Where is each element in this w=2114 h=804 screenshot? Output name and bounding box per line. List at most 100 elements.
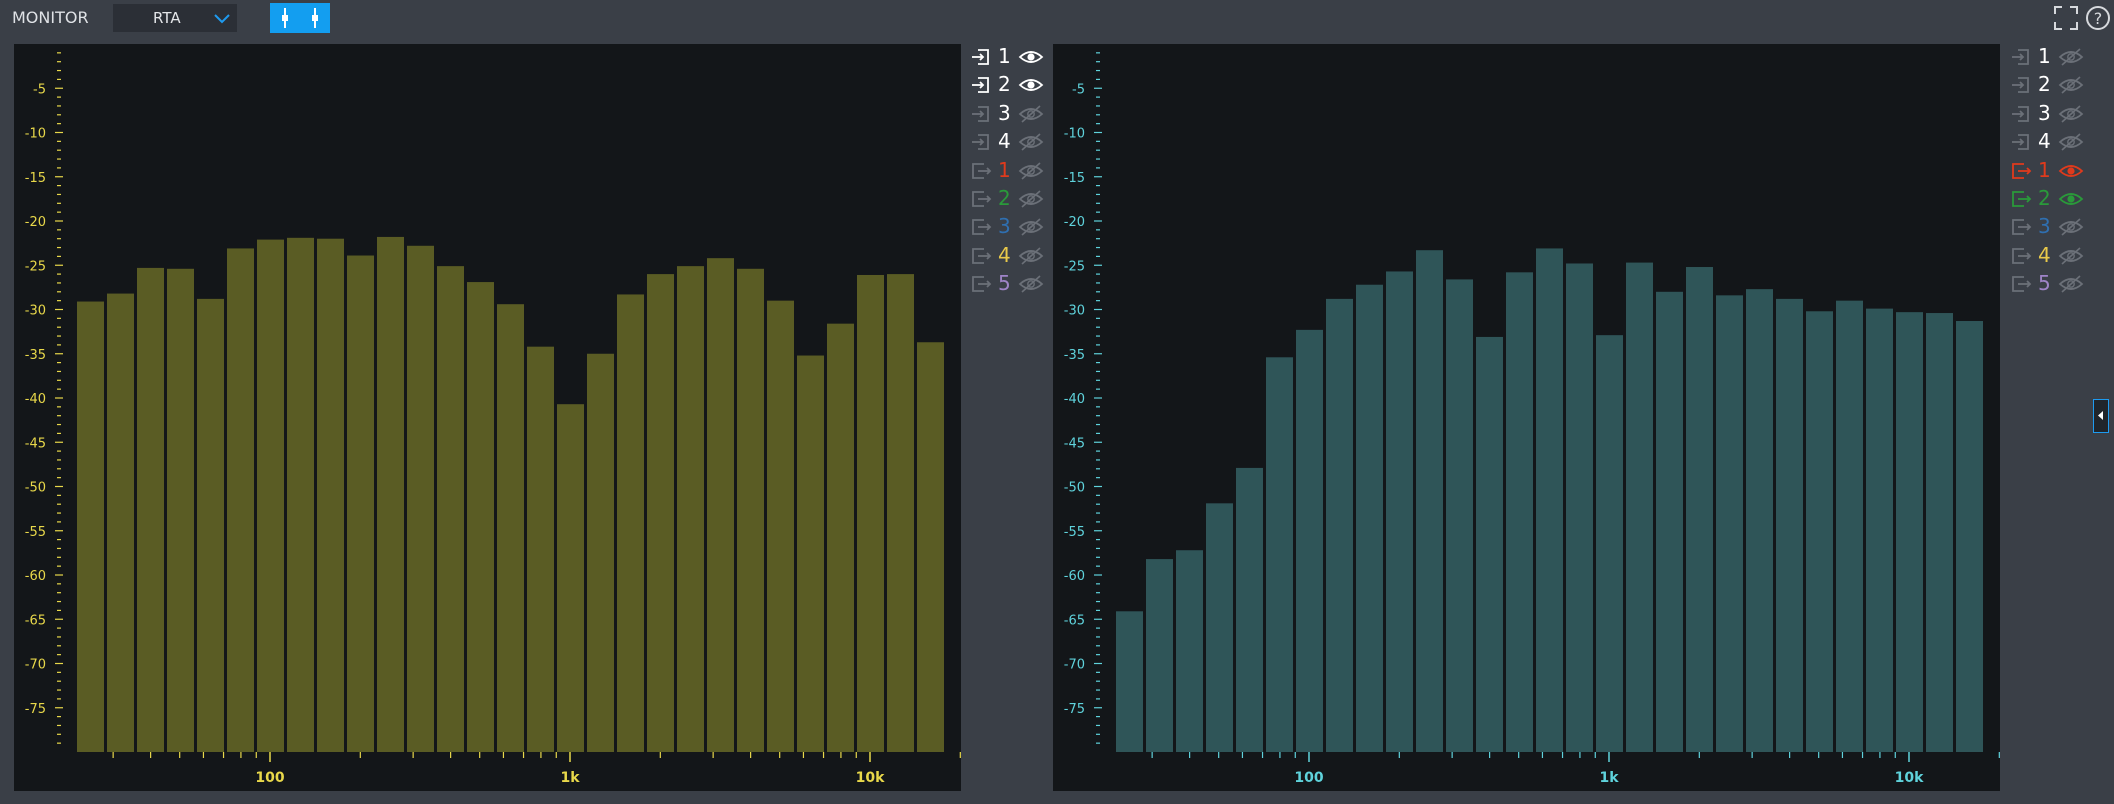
input-icon — [972, 77, 989, 94]
left-bar — [137, 267, 164, 752]
left-bar — [647, 274, 674, 752]
link-channels-button[interactable] — [270, 3, 330, 33]
output-icon — [2012, 162, 2032, 179]
channel-number: 3 — [998, 214, 1011, 239]
left-ytick-label: -45 — [25, 436, 46, 451]
legend-right-in-3[interactable]: 3 — [2010, 101, 2100, 129]
output-icon — [972, 219, 992, 236]
channel-number: 4 — [998, 129, 1011, 154]
help-icon[interactable]: ? — [2084, 4, 2112, 32]
legend-right-out-3[interactable]: 3 — [2010, 214, 2100, 242]
right-bar — [1146, 559, 1173, 752]
eye-off-icon[interactable] — [1018, 132, 1044, 152]
right-ytick-label: -75 — [1064, 702, 1085, 717]
right-bar — [1956, 321, 1983, 752]
left-bar — [857, 274, 884, 752]
right-bar — [1836, 300, 1863, 752]
chevron-left-icon — [2098, 411, 2103, 420]
right-bar — [1296, 329, 1323, 752]
left-ytick-label: -65 — [25, 613, 46, 628]
legend-right-in-4[interactable]: 4 — [2010, 129, 2100, 157]
eye-off-icon[interactable] — [2058, 75, 2084, 95]
right-ytick-label: -50 — [1064, 481, 1085, 496]
left-bar — [707, 258, 734, 752]
left-ytick-label: -15 — [25, 171, 46, 186]
legend-right-in-2[interactable]: 2 — [2010, 72, 2100, 100]
eye-off-icon[interactable] — [2058, 217, 2084, 237]
legend-left-in-3[interactable]: 3 — [970, 101, 1060, 129]
eye-off-icon[interactable] — [1018, 189, 1044, 209]
fullscreen-icon[interactable] — [2052, 4, 2080, 32]
eye-off-icon[interactable] — [2058, 47, 2084, 67]
right-xtick-label: 100 — [1294, 770, 1323, 786]
legend-left-in-4[interactable]: 4 — [970, 129, 1060, 157]
eye-off-icon[interactable] — [1018, 104, 1044, 124]
mode-dropdown[interactable]: RTA — [113, 4, 237, 32]
eye-off-icon[interactable] — [1018, 161, 1044, 181]
left-ytick-label: -40 — [25, 392, 46, 407]
right-bar — [1206, 503, 1233, 752]
left-bar — [887, 274, 914, 752]
legend-left: 1 2 3 4 1 2 3 4 5 — [970, 44, 1060, 300]
left-bar — [497, 304, 524, 752]
legend-right-out-5[interactable]: 5 — [2010, 271, 2100, 299]
eye-off-icon[interactable] — [2058, 274, 2084, 294]
legend-left-in-1[interactable]: 1 — [970, 44, 1060, 72]
eye-off-icon[interactable] — [2058, 132, 2084, 152]
eye-icon[interactable] — [2058, 161, 2084, 181]
left-ytick-label: -35 — [25, 348, 46, 363]
legend-left-out-2[interactable]: 2 — [970, 186, 1060, 214]
legend-right-out-4[interactable]: 4 — [2010, 243, 2100, 271]
top-bar: MONITOR RTA ? — [0, 0, 2114, 36]
channel-number: 2 — [998, 185, 1011, 210]
output-icon — [972, 247, 992, 264]
right-bar — [1926, 313, 1953, 752]
channel-number: 5 — [998, 271, 1011, 296]
legend-right-out-2[interactable]: 2 — [2010, 186, 2100, 214]
input-icon — [2012, 49, 2029, 65]
left-bar — [557, 404, 584, 752]
chevron-down-icon — [214, 14, 230, 24]
channel-number: 2 — [998, 72, 1011, 97]
right-bar — [1746, 289, 1773, 752]
channel-number: 3 — [998, 100, 1011, 125]
right-bar — [1596, 335, 1623, 752]
left-bar — [407, 245, 434, 752]
channel-number: 1 — [2038, 44, 2051, 68]
legend-left-out-1[interactable]: 1 — [970, 158, 1060, 186]
legend-right-out-1[interactable]: 1 — [2010, 158, 2100, 186]
eye-off-icon[interactable] — [1018, 246, 1044, 266]
rta-chart-right: -5 -10 -15 -20 -25 -30 -35 -40 -45 -50 -55 -60 -65 -7… — [1064, 52, 2000, 786]
left-bar — [317, 238, 344, 752]
channel-number: 1 — [998, 44, 1011, 68]
collapse-sidebar-button[interactable] — [2093, 399, 2109, 433]
legend-left-out-3[interactable]: 3 — [970, 214, 1060, 242]
right-ytick-label: -5 — [1072, 82, 1085, 97]
right-ytick-label: -45 — [1064, 436, 1085, 451]
left-bar — [587, 353, 614, 752]
right-bar — [1716, 295, 1743, 752]
left-bar — [377, 236, 404, 752]
eye-off-icon[interactable] — [1018, 274, 1044, 294]
eye-icon[interactable] — [2058, 189, 2084, 209]
left-bar — [167, 268, 194, 752]
eye-icon[interactable] — [1018, 47, 1044, 67]
output-icon — [972, 276, 992, 293]
eye-off-icon[interactable] — [1018, 217, 1044, 237]
left-bar — [737, 268, 764, 752]
eye-off-icon[interactable] — [2058, 104, 2084, 124]
legend-left-out-4[interactable]: 4 — [970, 243, 1060, 271]
legend-left-out-5[interactable]: 5 — [970, 271, 1060, 299]
right-ytick-label: -65 — [1064, 613, 1085, 628]
left-ytick-label: -30 — [25, 304, 46, 319]
right-bar — [1866, 308, 1893, 752]
eye-icon[interactable] — [1018, 75, 1044, 95]
right-bar — [1236, 467, 1263, 752]
output-icon — [972, 191, 992, 207]
left-bar — [767, 300, 794, 752]
eye-off-icon[interactable] — [2058, 246, 2084, 266]
right-bar — [1116, 611, 1143, 752]
legend-left-in-2[interactable]: 2 — [970, 72, 1060, 100]
left-bar — [437, 266, 464, 752]
legend-right-in-1[interactable]: 1 — [2010, 44, 2100, 72]
